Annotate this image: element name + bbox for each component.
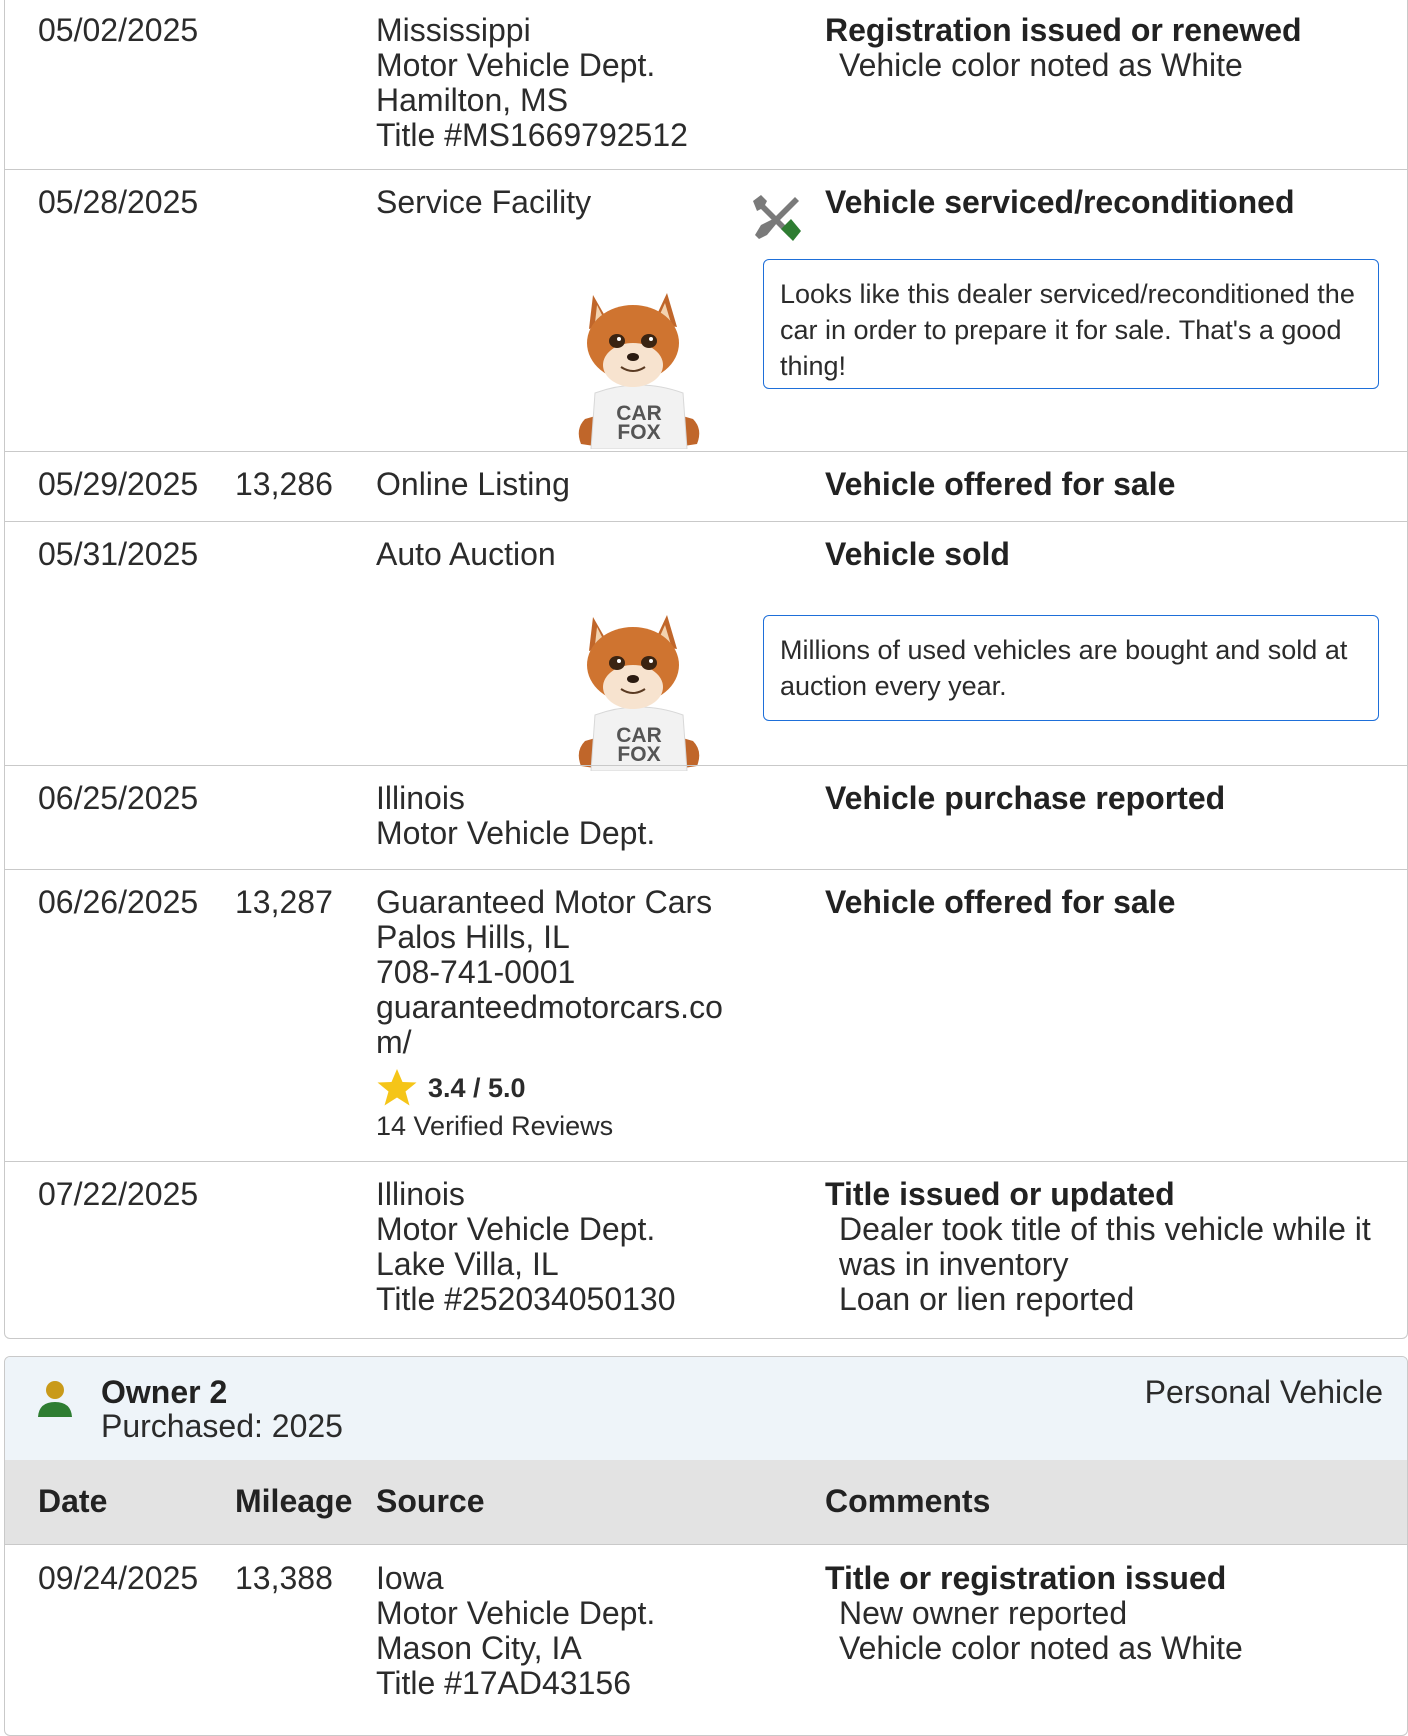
record-source: Guaranteed Motor Cars Palos Hills, IL 70… — [376, 885, 736, 1144]
source-line: 708-741-0001 — [376, 954, 576, 990]
source-line: Title #MS1669792512 — [376, 117, 688, 153]
person-icon — [38, 1381, 72, 1417]
wrench-screwdriver-icon — [753, 195, 801, 241]
record-source: Online Listing — [376, 467, 736, 502]
row-divider — [5, 1161, 1407, 1162]
carfox-mascot-icon: CAR FOX — [578, 615, 700, 771]
source-line: Online Listing — [376, 466, 570, 502]
owner2-history-card: Owner 2 Purchased: 2025 Personal Vehicle… — [4, 1356, 1408, 1736]
owner-purchased: Purchased: 2025 — [101, 1408, 343, 1444]
record-mileage: 13,286 — [235, 466, 333, 502]
record-mileage: 13,388 — [235, 1560, 333, 1596]
record-source: Illinois Motor Vehicle Dept. Lake Villa,… — [376, 1177, 736, 1317]
owner-header: Owner 2 Purchased: 2025 Personal Vehicle — [5, 1357, 1407, 1461]
owner-vehicle-type: Personal Vehicle — [1144, 1374, 1383, 1410]
column-header-mileage: Mileage — [235, 1483, 353, 1519]
dealer-website-link[interactable]: guaranteedmotorcars.com/ — [376, 990, 736, 1060]
column-header-date: Date — [38, 1483, 108, 1519]
record-comments: Vehicle purchase reported — [825, 781, 1385, 816]
column-header-comments: Comments — [825, 1483, 991, 1519]
record-date: 05/29/2025 — [38, 466, 199, 502]
record-comments: Registration issued or renewed Vehicle c… — [825, 13, 1385, 83]
record-comments: Vehicle offered for sale — [825, 885, 1385, 920]
row-divider — [5, 869, 1407, 870]
comment-line: Vehicle color noted as White — [839, 1630, 1243, 1666]
record-mileage: 13,287 — [235, 884, 333, 920]
record-source: Illinois Motor Vehicle Dept. — [376, 781, 736, 851]
carfox-mascot-icon: CAR FOX — [578, 293, 700, 449]
comment-line: Vehicle color noted as White — [839, 47, 1243, 83]
shirt-text: FOX — [617, 743, 660, 766]
record-comments: Title or registration issued New owner r… — [825, 1561, 1385, 1666]
source-line: Mississippi — [376, 12, 531, 48]
comment-title: Vehicle serviced/reconditioned — [825, 184, 1295, 220]
table-header: Date Mileage Source Comments — [5, 1460, 1407, 1545]
record-date: 05/31/2025 — [38, 536, 199, 572]
star-icon — [377, 1069, 417, 1106]
source-line: Lake Villa, IL — [376, 1246, 559, 1282]
source-line: Motor Vehicle Dept. — [376, 815, 656, 851]
row-divider — [5, 451, 1407, 452]
source-line: Motor Vehicle Dept. — [376, 47, 656, 83]
owner1-history-card: 05/02/2025 Mississippi Motor Vehicle Dep… — [4, 0, 1408, 1339]
comment-title: Vehicle sold — [825, 536, 1010, 572]
rating-score: 3.4 / 5.0 — [428, 1072, 526, 1103]
info-note: Looks like this dealer serviced/recondit… — [763, 259, 1379, 389]
info-note: Millions of used vehicles are bought and… — [763, 615, 1379, 721]
comment-line: New owner reported — [839, 1595, 1128, 1631]
record-date: 06/26/2025 — [38, 884, 199, 920]
column-header-source: Source — [376, 1483, 485, 1519]
comment-title: Title or registration issued — [825, 1560, 1227, 1596]
source-line: Hamilton, MS — [376, 82, 569, 118]
record-date: 09/24/2025 — [38, 1560, 199, 1596]
source-line: Service Facility — [376, 184, 592, 220]
source-line: Title #17AD43156 — [376, 1665, 631, 1701]
record-comments: Title issued or updated Dealer took titl… — [825, 1177, 1385, 1317]
row-divider — [5, 521, 1407, 522]
record-comments: Vehicle offered for sale — [825, 467, 1385, 502]
row-divider — [5, 169, 1407, 170]
comment-title: Vehicle purchase reported — [825, 780, 1226, 816]
source-line: Motor Vehicle Dept. — [376, 1595, 656, 1631]
source-line: Guaranteed Motor Cars — [376, 884, 713, 920]
record-date: 06/25/2025 — [38, 780, 199, 816]
comment-line: Loan or lien reported — [839, 1281, 1135, 1317]
comment-title: Registration issued or renewed — [825, 12, 1302, 48]
comment-line: Dealer took title of this vehicle while … — [839, 1211, 1371, 1282]
source-line: Illinois — [376, 1176, 465, 1212]
record-source: Auto Auction — [376, 537, 736, 572]
source-line: Title #252034050130 — [376, 1281, 676, 1317]
shirt-text: FOX — [617, 421, 660, 444]
source-line: Palos Hills, IL — [376, 919, 570, 955]
comment-title: Vehicle offered for sale — [825, 466, 1176, 502]
record-source: Service Facility — [376, 185, 736, 220]
dealer-rating[interactable]: 3.4 / 5.0 — [376, 1068, 736, 1108]
source-line: Auto Auction — [376, 536, 556, 572]
owner-title: Owner 2 — [101, 1374, 228, 1410]
record-date: 05/28/2025 — [38, 184, 199, 220]
row-divider — [5, 765, 1407, 766]
record-comments: Vehicle sold — [825, 537, 1385, 572]
record-date: 05/02/2025 — [38, 12, 199, 48]
record-source: Iowa Motor Vehicle Dept. Mason City, IA … — [376, 1561, 736, 1701]
record-date: 07/22/2025 — [38, 1176, 199, 1212]
source-line: Illinois — [376, 780, 465, 816]
record-comments: Vehicle serviced/reconditioned — [825, 185, 1385, 220]
source-line: Motor Vehicle Dept. — [376, 1211, 656, 1247]
source-line: Mason City, IA — [376, 1630, 582, 1666]
verified-reviews-link[interactable]: 14 Verified Reviews — [376, 1108, 736, 1144]
comment-title: Vehicle offered for sale — [825, 884, 1176, 920]
record-source: Mississippi Motor Vehicle Dept. Hamilton… — [376, 13, 736, 153]
source-line: Iowa — [376, 1560, 444, 1596]
comment-title: Title issued or updated — [825, 1176, 1175, 1212]
